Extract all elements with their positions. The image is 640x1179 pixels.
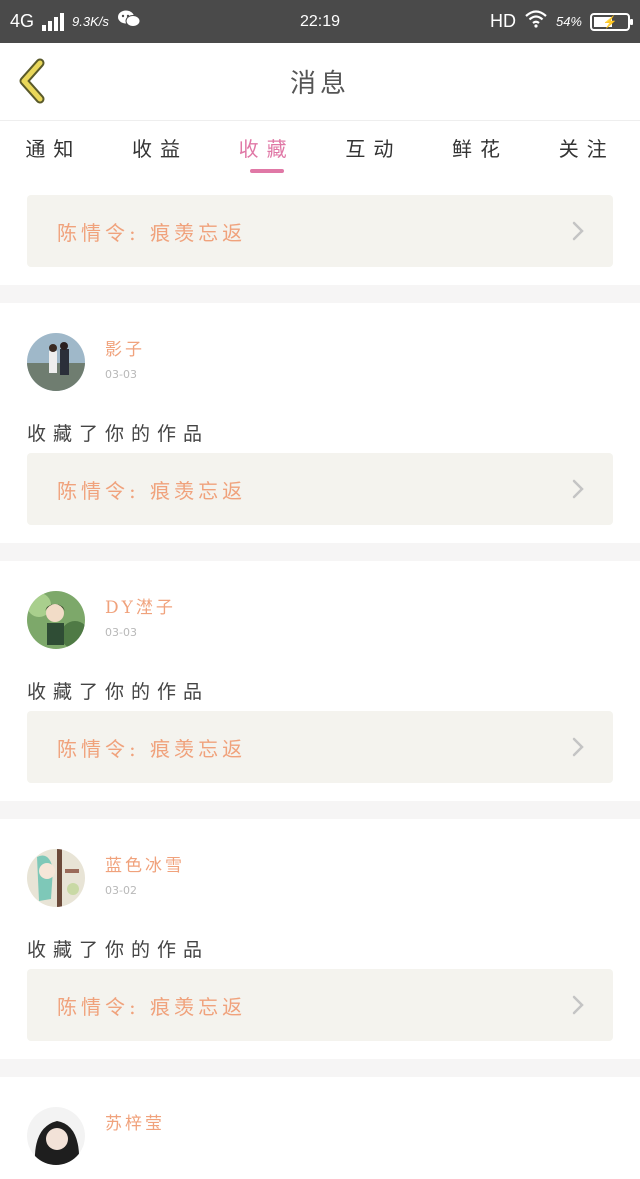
work-link[interactable]: 陈情令: 痕羡忘返 [27,195,613,267]
battery-icon: ⚡ [590,12,633,31]
tab-flowers[interactable]: 鲜花 [427,121,534,177]
tab-follows[interactable]: 关注 [533,121,640,177]
date: 03-02 [105,884,137,897]
avatar[interactable] [27,333,85,391]
divider [0,1059,640,1077]
username[interactable]: 影子 [105,335,145,360]
tab-bar: 通知 收益 收藏 互动 鲜花 关注 [0,121,640,177]
chevron-right-icon [572,479,584,499]
signal-icon [42,12,65,31]
status-bar: 4G 9.3K/s 22:19 HD 54% ⚡ [0,0,640,43]
date: 03-03 [105,368,137,381]
network-type: 4G [10,11,35,31]
message-feed: 陈情令: 痕羡忘返 影子 03-03 收藏了你的作品 陈情令: 痕羡忘返 DY漜… [0,177,640,1179]
chevron-right-icon [572,995,584,1015]
page-title: 消息 [289,69,350,99]
tab-interactions[interactable]: 互动 [320,121,427,177]
tab-earnings[interactable]: 收益 [107,121,214,177]
action-text: 收藏了你的作品 [27,939,210,961]
wifi-icon [524,10,548,33]
work-title: 陈情令: 痕羡忘返 [57,478,247,503]
list-item: 蓝色冰雪 03-02 收藏了你的作品 陈情令: 痕羡忘返 [0,819,640,1059]
work-link[interactable]: 陈情令: 痕羡忘返 [27,453,613,525]
action-text: 收藏了你的作品 [27,681,210,703]
list-item: DY漜子 03-03 收藏了你的作品 陈情令: 痕羡忘返 [0,561,640,801]
chevron-right-icon [572,221,584,241]
avatar[interactable] [27,1107,85,1165]
work-title: 陈情令: 痕羡忘返 [57,994,247,1019]
username[interactable]: 蓝色冰雪 [105,851,185,876]
date: 03-03 [105,626,137,639]
username[interactable]: DY漜子 [105,593,176,618]
network-speed: 9.3K/s [72,14,109,29]
divider [0,285,640,303]
list-item: 苏梓莹 [0,1077,640,1179]
list-item: 影子 03-03 收藏了你的作品 陈情令: 痕羡忘返 [0,303,640,543]
battery-percent: 54% [555,14,582,29]
divider [0,543,640,561]
chevron-right-icon [572,737,584,757]
username[interactable]: 苏梓莹 [105,1109,165,1134]
hd-indicator: HD [489,11,516,31]
list-item: 陈情令: 痕羡忘返 [0,177,640,285]
tab-notifications[interactable]: 通知 [0,121,107,177]
avatar[interactable] [27,849,85,907]
divider [0,801,640,819]
work-link[interactable]: 陈情令: 痕羡忘返 [27,711,613,783]
wechat-icon [117,9,141,34]
avatar[interactable] [27,591,85,649]
header: 消息 [0,43,640,121]
work-title: 陈情令: 痕羡忘返 [57,736,247,761]
action-text: 收藏了你的作品 [27,423,210,445]
tab-favorites[interactable]: 收藏 [213,121,320,177]
work-title: 陈情令: 痕羡忘返 [57,220,247,245]
work-link[interactable]: 陈情令: 痕羡忘返 [27,969,613,1041]
